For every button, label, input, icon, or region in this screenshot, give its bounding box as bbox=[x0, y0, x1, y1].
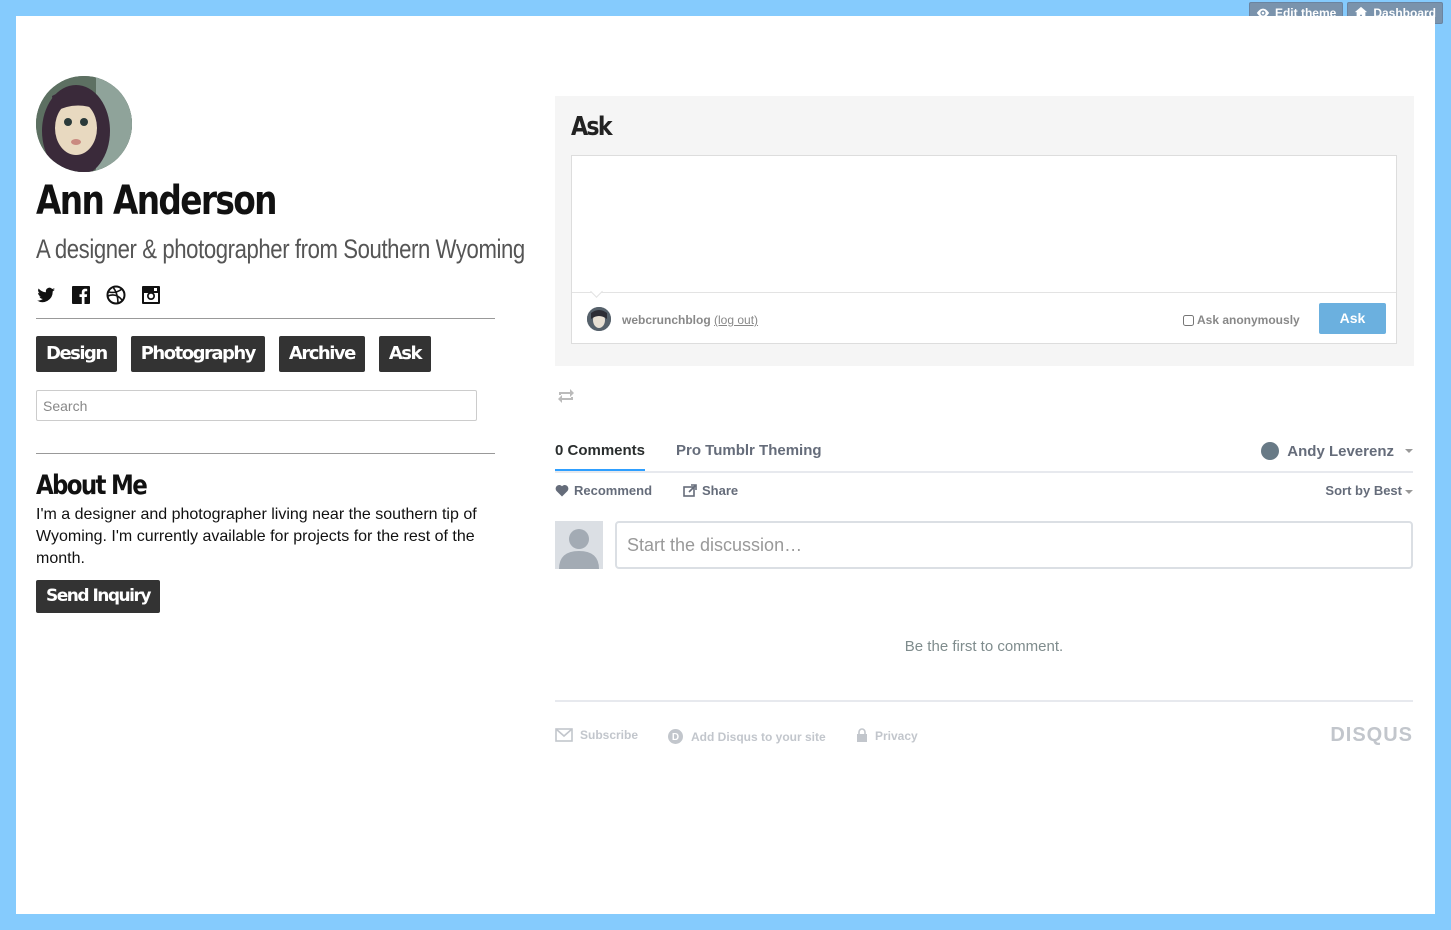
ask-anonymously-option[interactable]: Ask anonymously bbox=[1183, 313, 1300, 327]
privacy-link[interactable]: Privacy bbox=[856, 728, 918, 743]
ask-form: webcrunchblog (log out) Ask anonymously … bbox=[571, 155, 1397, 344]
user-avatar bbox=[587, 307, 611, 331]
reblog-icon[interactable] bbox=[556, 386, 576, 406]
tab-site[interactable]: Pro Tumblr Theming bbox=[676, 442, 822, 459]
recommend-label: Recommend bbox=[574, 483, 653, 498]
social-links bbox=[36, 285, 161, 305]
heart-icon bbox=[555, 485, 569, 497]
nav-design[interactable]: Design bbox=[36, 336, 117, 372]
disqus-actions: Recommend Share Sort by Best bbox=[555, 483, 1413, 499]
search-input[interactable] bbox=[36, 390, 477, 421]
ask-submit-button[interactable]: Ask bbox=[1319, 303, 1386, 334]
about-text: I'm a designer and photographer living n… bbox=[36, 506, 477, 567]
subscribe-link[interactable]: Subscribe bbox=[555, 728, 638, 742]
profile-tagline: A designer & photographer from Southern … bbox=[36, 234, 525, 264]
instagram-icon[interactable] bbox=[141, 285, 161, 305]
share-icon bbox=[683, 484, 697, 497]
share-button[interactable]: Share bbox=[683, 483, 738, 498]
dribbble-icon[interactable] bbox=[106, 285, 126, 305]
divider bbox=[36, 318, 495, 319]
add-disqus-link[interactable]: D Add Disqus to your site bbox=[667, 728, 826, 745]
main-nav: Design Photography Archive Ask bbox=[36, 336, 431, 372]
ask-question-input[interactable] bbox=[572, 156, 1396, 293]
ask-username: webcrunchblog bbox=[622, 313, 711, 327]
disqus-logo[interactable]: DISQUS bbox=[1330, 724, 1413, 747]
nav-photography[interactable]: Photography bbox=[130, 336, 265, 372]
empty-comments-text: Be the first to comment. bbox=[904, 638, 1064, 655]
disqus-user-menu[interactable]: Andy Leverenz bbox=[1261, 442, 1413, 460]
commenter-avatar bbox=[555, 521, 603, 569]
disqus-footer: Subscribe D Add Disqus to your site Priv… bbox=[555, 724, 1413, 747]
chevron-down-icon bbox=[1405, 489, 1413, 494]
facebook-icon[interactable] bbox=[71, 285, 91, 305]
disqus-username: Andy Leverenz bbox=[1287, 442, 1394, 460]
ask-anonymously-checkbox[interactable] bbox=[1183, 314, 1194, 326]
recommend-button[interactable]: Recommend bbox=[555, 483, 652, 498]
subscribe-label: Subscribe bbox=[580, 728, 639, 742]
svg-text:D: D bbox=[672, 732, 679, 743]
logout-link[interactable]: (log out) bbox=[714, 313, 758, 327]
lock-icon bbox=[857, 728, 867, 742]
ask-anonymously-label: Ask anonymously bbox=[1197, 313, 1300, 327]
user-bubble-icon bbox=[1261, 442, 1280, 460]
ask-panel: Ask webcrunchblog (log out) Ask anonymou… bbox=[555, 96, 1414, 366]
disqus-icon: D bbox=[668, 729, 683, 744]
share-label: Share bbox=[702, 483, 739, 498]
ask-user-info: webcrunchblog (log out) bbox=[622, 313, 758, 327]
divider bbox=[36, 453, 495, 454]
profile-avatar[interactable] bbox=[36, 76, 132, 172]
nav-ask[interactable]: Ask bbox=[378, 336, 431, 372]
privacy-label: Privacy bbox=[875, 728, 918, 743]
nav-archive[interactable]: Archive bbox=[278, 336, 365, 372]
chevron-down-icon bbox=[1405, 449, 1413, 453]
sort-dropdown[interactable]: Sort by Best bbox=[1325, 483, 1413, 498]
disqus-tabs: 0 Comments Pro Tumblr Theming Andy Lever… bbox=[555, 440, 1413, 473]
about-title: About Me bbox=[36, 470, 148, 501]
ask-title: Ask bbox=[571, 112, 613, 142]
twitter-icon[interactable] bbox=[36, 285, 56, 305]
divider bbox=[555, 700, 1413, 702]
mail-icon bbox=[555, 728, 573, 742]
profile-name: Ann Anderson bbox=[36, 178, 278, 224]
discussion-input[interactable]: Start the discussion… bbox=[615, 521, 1413, 569]
send-inquiry-button[interactable]: Send Inquiry bbox=[36, 580, 160, 613]
add-disqus-label: Add Disqus to your site bbox=[691, 729, 826, 744]
tab-comments[interactable]: 0 Comments bbox=[555, 442, 646, 471]
sort-label: Sort by Best bbox=[1325, 483, 1402, 498]
